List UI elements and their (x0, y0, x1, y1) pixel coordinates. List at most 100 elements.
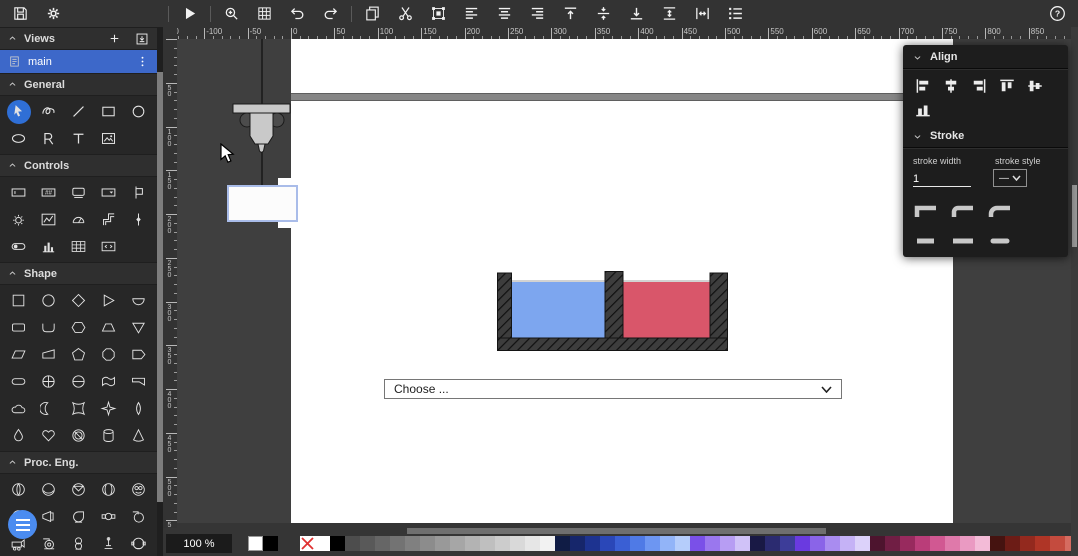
palette-swatch-#3a5fd4[interactable] (615, 536, 630, 551)
palette-swatch-#d15892[interactable] (930, 536, 945, 551)
tool-s-bowl[interactable] (123, 287, 153, 314)
tool-g-circle[interactable] (123, 98, 153, 125)
toolbar-align-left-button[interactable] (459, 2, 484, 25)
choose-dropdown[interactable]: Choose ... (384, 379, 842, 399)
tool-p-globe[interactable] (93, 476, 123, 503)
tool-s-pent-arrow[interactable] (123, 341, 153, 368)
tool-s-circ-cross[interactable] (34, 368, 64, 395)
palette-swatch-#999999[interactable] (435, 536, 450, 551)
stroke-width-input[interactable] (913, 172, 971, 187)
palette-swatch-#6d96f2[interactable] (645, 536, 660, 551)
palette-swatch-#101c45[interactable] (555, 536, 570, 551)
palette-swatch-#595959[interactable] (360, 536, 375, 551)
cap-round-button[interactable] (987, 235, 1014, 247)
tool-c-bars[interactable] (34, 233, 64, 260)
tool-c-lamp[interactable] (4, 206, 34, 233)
corner-rounded-button[interactable] (950, 202, 977, 220)
tool-p-casing[interactable] (64, 503, 94, 530)
toolbar-align-right-button[interactable] (525, 2, 550, 25)
vertical-scrollbar-thumb[interactable] (1072, 185, 1077, 247)
tool-p-tri[interactable] (64, 476, 94, 503)
palette-swatch-#4d142e[interactable] (870, 536, 885, 551)
palette-swatch-#4f7ae6[interactable] (630, 536, 645, 551)
align-section-header[interactable]: Align (903, 45, 1068, 69)
tool-p-port[interactable] (123, 530, 153, 556)
toolbar-grid-button[interactable] (252, 2, 277, 25)
toolbar-run-button[interactable] (177, 2, 202, 25)
tool-s-trap[interactable] (93, 314, 123, 341)
tool-c-pipe[interactable] (93, 206, 123, 233)
palette-swatch-#191945[interactable] (750, 536, 765, 551)
palette-swatch-#2a47b8[interactable] (600, 536, 615, 551)
palette-swatch-#666666[interactable] (375, 536, 390, 551)
vertical-scrollbar[interactable] (1071, 27, 1078, 556)
toolbar-distribute-horizontal-button[interactable] (690, 2, 715, 25)
horizontal-scrollbar-thumb[interactable] (407, 528, 826, 534)
toolbar-help-button[interactable]: ? (1045, 2, 1070, 25)
toolbar-undo-button[interactable] (285, 2, 310, 25)
palette-swatch-#6c1c16[interactable] (1005, 536, 1020, 551)
tool-c-number[interactable]: ## (34, 179, 64, 206)
section-controls-header[interactable]: Controls (0, 154, 157, 177)
tool-p-flanged[interactable] (93, 503, 123, 530)
tool-s-drop[interactable] (4, 422, 34, 449)
tool-s-cyl[interactable] (93, 422, 123, 449)
palette-swatch-#8a64e8[interactable] (810, 536, 825, 551)
tool-p-valve[interactable] (4, 476, 34, 503)
palette-swatch-#a98cf0[interactable] (825, 536, 840, 551)
zoom-level[interactable]: 100 % (166, 534, 232, 553)
tool-s-circ-half[interactable] (64, 368, 94, 395)
tool-s-pent[interactable] (64, 341, 94, 368)
stroke-style-select[interactable]: — (993, 169, 1027, 187)
palette-swatch-#982a5e[interactable] (900, 536, 915, 551)
align-left-button[interactable] (909, 74, 937, 98)
palette-swatch-#8c8c8c[interactable] (420, 536, 435, 551)
view-menu-icon[interactable] (136, 55, 149, 68)
filling-nozzle-shape[interactable] (225, 39, 295, 189)
section-proc-eng-header[interactable]: Proc. Eng. (0, 451, 157, 474)
fill-color-swatch[interactable] (248, 536, 263, 551)
palette-swatch-#c44b3e[interactable] (1050, 536, 1065, 551)
palette-swatch-#4d4d4d[interactable] (345, 536, 360, 551)
tool-c-input[interactable] (4, 179, 34, 206)
toolbar-cut-button[interactable] (393, 2, 418, 25)
tool-s-hex[interactable] (64, 314, 94, 341)
palette-swatch-#b3b3b3[interactable] (465, 536, 480, 551)
palette-swatch-#808080[interactable] (405, 536, 420, 551)
tool-g-line[interactable] (64, 98, 94, 125)
toolbar-distribute-vertical-button[interactable] (657, 2, 682, 25)
tool-s-cloud[interactable] (4, 395, 34, 422)
tool-g-rect[interactable] (93, 98, 123, 125)
palette-swatch-#d9d9d9[interactable] (510, 536, 525, 551)
tool-c-button[interactable] (64, 179, 94, 206)
toolbar-list-button[interactable] (723, 2, 748, 25)
palette-swatch-#1d3390[interactable] (585, 536, 600, 551)
corner-round-button[interactable] (987, 202, 1014, 220)
palette-swatch-#16266b[interactable] (570, 536, 585, 551)
palette-swatch-#e6e6e6[interactable] (525, 536, 540, 551)
align-bottom-button[interactable] (909, 98, 937, 122)
palette-swatch-#dcd2fa[interactable] (855, 536, 870, 551)
palette-swatch-#92b4f8[interactable] (660, 536, 675, 551)
tool-g-text[interactable] (64, 125, 94, 152)
tool-s-circle[interactable] (34, 287, 64, 314)
palette-swatch-#737373[interactable] (390, 536, 405, 551)
align-top-button[interactable] (993, 74, 1021, 98)
stroke-section-header[interactable]: Stroke (903, 124, 1068, 148)
palette-swatch-#93291e[interactable] (1020, 536, 1035, 551)
palette-swatch-#701e44[interactable] (885, 536, 900, 551)
tool-s-star4[interactable] (93, 395, 123, 422)
toolbar-settings-button[interactable] (41, 2, 66, 25)
toolbar-redo-button[interactable] (318, 2, 343, 25)
tool-s-cone[interactable] (123, 422, 153, 449)
selected-input-control[interactable] (227, 185, 298, 222)
tool-c-slider[interactable] (123, 206, 153, 233)
palette-swatch-none[interactable] (300, 536, 315, 551)
tool-s-diamond[interactable] (64, 287, 94, 314)
palette-swatch-#b79df3[interactable] (720, 536, 735, 551)
tool-c-toggle[interactable] (4, 233, 34, 260)
section-shape-header[interactable]: Shape (0, 262, 157, 285)
tool-p-spout[interactable] (123, 503, 153, 530)
tool-g-curve[interactable] (34, 98, 64, 125)
toolbar-save-button[interactable] (8, 2, 33, 25)
